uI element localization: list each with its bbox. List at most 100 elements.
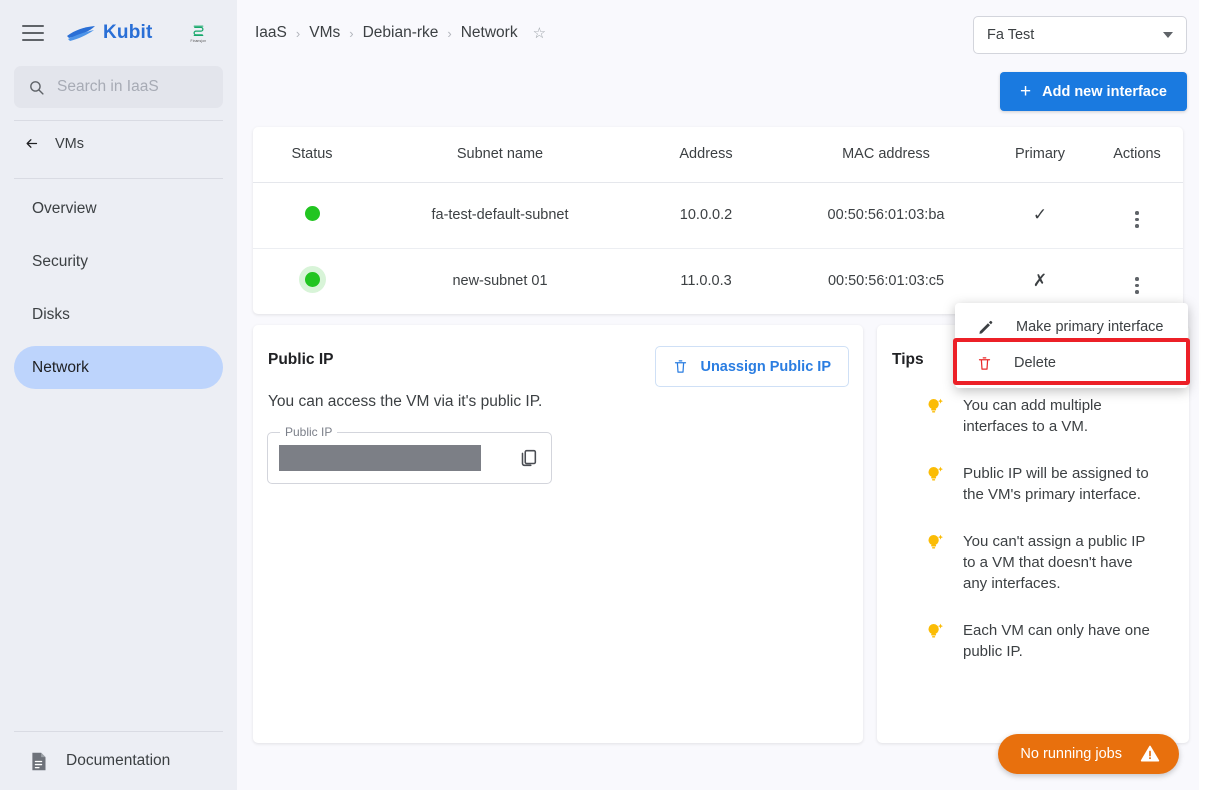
chevron-right-icon: › — [349, 25, 354, 41]
lightbulb-icon — [928, 623, 943, 638]
column-header-subnet-name: Subnet name — [371, 127, 629, 183]
unassign-public-ip-label: Unassign Public IP — [700, 358, 831, 375]
column-header-status: Status — [253, 127, 371, 183]
table-row: fa-test-default-subnet 10.0.0.2 00:50:56… — [253, 182, 1183, 249]
breadcrumb-item-vms[interactable]: VMs — [309, 24, 340, 42]
sidebar-back-label: VMs — [55, 135, 84, 152]
chevron-down-icon — [1163, 32, 1173, 38]
copy-icon[interactable] — [517, 447, 539, 469]
lightbulb-icon — [928, 466, 943, 481]
tip-text: Public IP will be assigned to the VM's p… — [963, 465, 1149, 503]
cell-status — [253, 248, 371, 314]
secondary-logo-subtext: Finansjon — [190, 39, 207, 43]
document-icon — [32, 752, 46, 770]
tip-text: You can't assign a public IP to a VM tha… — [963, 533, 1146, 592]
project-select-value: Fa Test — [987, 27, 1035, 43]
pencil-icon — [979, 320, 993, 334]
search-container: Search in IaaS — [0, 66, 237, 108]
public-ip-title: Public IP — [268, 351, 334, 368]
row-actions-kebab-icon[interactable] — [1135, 211, 1139, 228]
secondary-logo: Finansjon — [191, 23, 207, 43]
menu-item-label: Delete — [1014, 355, 1056, 371]
cell-address: 11.0.0.3 — [680, 273, 732, 290]
lightbulb-icon — [928, 398, 943, 413]
cross-icon: ✗ — [1032, 271, 1048, 291]
breadcrumb-item-network[interactable]: Network — [461, 24, 518, 42]
sidebar-item-overview[interactable]: Overview — [14, 187, 223, 230]
kubit-swoosh-icon — [67, 25, 95, 41]
main-content: IaaS › VMs › Debian-rke › Network ☆ Fa T… — [237, 0, 1205, 790]
scrollbar-track[interactable] — [1199, 0, 1205, 790]
interfaces-table: Status Subnet name Address MAC address P… — [253, 127, 1183, 314]
table-body: fa-test-default-subnet 10.0.0.2 00:50:56… — [253, 182, 1183, 314]
tip-text: Each VM can only have one public IP. — [963, 622, 1150, 660]
breadcrumb: IaaS › VMs › Debian-rke › Network ☆ — [255, 24, 546, 42]
cell-status — [253, 182, 371, 249]
project-select[interactable]: Fa Test — [973, 16, 1187, 54]
row-actions-kebab-icon[interactable] — [1135, 277, 1139, 294]
table-head: Status Subnet name Address MAC address P… — [253, 127, 1183, 183]
tip-item: Public IP will be assigned to the VM's p… — [892, 463, 1169, 505]
sidebar-item-label: Overview — [32, 199, 97, 217]
star-icon[interactable]: ☆ — [533, 24, 546, 42]
chevron-right-icon: › — [447, 25, 452, 41]
add-new-interface-button[interactable]: + Add new interface — [1000, 72, 1187, 111]
sidebar-back-vms[interactable]: VMs — [0, 121, 237, 166]
brand-name: Kubit — [103, 22, 153, 43]
sidebar-footer: Documentation — [0, 731, 237, 790]
column-header-primary: Primary — [989, 127, 1091, 183]
search-input[interactable]: Search in IaaS — [14, 66, 223, 108]
public-ip-description: You can access the VM via it's public IP… — [268, 393, 543, 410]
cell-subnet-name: fa-test-default-subnet — [371, 182, 629, 249]
check-icon: ✓ — [1032, 205, 1048, 224]
cell-actions — [1091, 182, 1183, 249]
app-root: Kubit Finansjon Search in IaaS VMs Overv… — [0, 0, 1205, 790]
column-header-mac-address: MAC address — [783, 127, 989, 183]
trash-icon — [675, 360, 687, 373]
public-ip-field-label: Public IP — [280, 425, 338, 439]
documentation-label: Documentation — [66, 752, 171, 769]
cell-address: 10.0.0.2 — [629, 182, 783, 249]
sidebar-item-label: Security — [32, 252, 88, 270]
sidebar-item-security[interactable]: Security — [14, 240, 223, 283]
breadcrumb-item-iaas[interactable]: IaaS — [255, 24, 287, 42]
search-placeholder: Search in IaaS — [57, 78, 159, 95]
tip-item: You can't assign a public IP to a VM tha… — [892, 531, 1169, 594]
column-header-actions: Actions — [1091, 127, 1183, 183]
secondary-logo-icon — [193, 25, 204, 36]
sidebar-item-network[interactable]: Network — [14, 346, 223, 389]
table-header-row: Status Subnet name Address MAC address P… — [253, 127, 1183, 183]
search-icon — [30, 80, 44, 95]
trash-icon — [978, 356, 991, 370]
column-header-address: Address — [629, 127, 783, 183]
running-jobs-label: No running jobs — [1020, 746, 1122, 762]
plus-icon: + — [1020, 81, 1032, 102]
running-jobs-badge[interactable]: No running jobs — [998, 734, 1179, 774]
arrow-left-icon — [26, 139, 38, 148]
sidebar-nav: Overview Security Disks Network — [0, 179, 237, 389]
sidebar-item-disks[interactable]: Disks — [14, 293, 223, 336]
brand-logo[interactable]: Kubit — [66, 22, 153, 44]
cell-subnet-name: new-subnet 01 — [452, 273, 548, 290]
documentation-link[interactable]: Documentation — [0, 732, 237, 790]
menu-item-make-primary-interface[interactable]: Make primary interface — [955, 309, 1188, 345]
lightbulb-icon — [928, 534, 943, 549]
menu-icon[interactable] — [22, 25, 44, 41]
tip-item: Each VM can only have one public IP. — [892, 620, 1169, 662]
public-ip-field[interactable]: Public IP — [267, 425, 552, 484]
tip-item: You can add multiple interfaces to a VM. — [892, 395, 1169, 437]
public-ip-card: Public IP Unassign Public IP You can acc… — [253, 325, 863, 743]
breadcrumb-item-debian-rke[interactable]: Debian-rke — [363, 24, 439, 42]
menu-item-label: Make primary interface — [1016, 319, 1164, 335]
tip-text: You can add multiple interfaces to a VM. — [963, 397, 1102, 435]
status-dot-icon — [304, 271, 320, 287]
status-dot-icon — [304, 205, 320, 221]
add-button-label: Add new interface — [1042, 83, 1167, 100]
unassign-public-ip-button[interactable]: Unassign Public IP — [655, 346, 849, 387]
menu-item-delete[interactable]: Delete — [955, 345, 1188, 381]
sidebar-header: Kubit Finansjon — [0, 0, 237, 66]
public-ip-value-redacted — [279, 445, 481, 471]
cell-primary: ✓ — [989, 182, 1091, 249]
cell-mac-address: 00:50:56:01:03:ba — [783, 182, 989, 249]
interfaces-table-card: Status Subnet name Address MAC address P… — [253, 127, 1183, 314]
